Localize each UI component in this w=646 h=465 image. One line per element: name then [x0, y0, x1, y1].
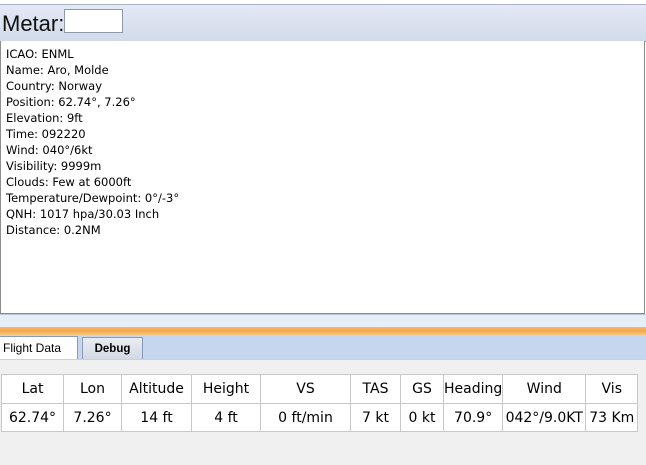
header-vis[interactable]: Vis	[585, 374, 639, 404]
info-temperature: Temperature/Dewpoint: 0°/-3°	[6, 191, 180, 205]
header-gs[interactable]: GS	[400, 374, 444, 404]
table-row: 62.74° 7.26° 14 ft 4 ft 0 ft/min 7 kt 0 …	[1, 403, 639, 432]
cell-altitude: 14 ft	[121, 403, 192, 432]
cell-lat: 62.74°	[1, 403, 64, 432]
info-visibility: Visibility: 9999m	[6, 159, 102, 173]
airport-info-panel: ICAO: ENML Name: Aro, Molde Country: Nor…	[0, 41, 645, 314]
tab-debug[interactable]: Debug	[82, 337, 143, 359]
cell-wind: 042°/9.0KT	[502, 403, 587, 432]
info-wind: Wind: 040°/6kt	[6, 143, 93, 157]
cell-tas: 7 kt	[350, 403, 401, 432]
tab-flight-data[interactable]: Flight Data	[0, 336, 78, 360]
header-tas[interactable]: TAS	[350, 374, 401, 404]
cell-vis: 73 Km	[585, 403, 639, 432]
info-time: Time: 092220	[6, 127, 86, 141]
header-lat[interactable]: Lat	[1, 374, 64, 404]
flight-data-panel: Lat Lon Altitude Height VS TAS GS Headin…	[0, 359, 646, 465]
header-heading[interactable]: Heading	[442, 374, 504, 404]
splitter-handle[interactable]	[0, 327, 646, 335]
cell-lon: 7.26°	[63, 403, 122, 432]
header-altitude[interactable]: Altitude	[121, 374, 192, 404]
metar-input[interactable]	[64, 9, 123, 33]
header-wind[interactable]: Wind	[502, 374, 587, 404]
info-position: Position: 62.74°, 7.26°	[6, 95, 136, 109]
info-elevation: Elevation: 9ft	[6, 111, 83, 125]
metar-label: Metar:	[2, 11, 65, 36]
info-icao: ICAO: ENML	[6, 47, 74, 61]
info-country: Country: Norway	[6, 79, 103, 93]
info-clouds: Clouds: Few at 6000ft	[6, 175, 132, 189]
cell-vs: 0 ft/min	[260, 403, 351, 432]
cell-heading: 70.9°	[442, 403, 504, 432]
cell-gs: 0 kt	[400, 403, 444, 432]
flight-data-table: Lat Lon Altitude Height VS TAS GS Headin…	[1, 374, 639, 432]
info-name: Name: Aro, Molde	[6, 63, 109, 77]
header-height[interactable]: Height	[191, 374, 261, 404]
tab-bar: Flight Data Debug	[0, 335, 646, 360]
splitter-area	[0, 314, 646, 328]
header-lon[interactable]: Lon	[63, 374, 122, 404]
metar-toolbar: Metar:	[0, 5, 646, 42]
cell-height: 4 ft	[191, 403, 261, 432]
table-header-row: Lat Lon Altitude Height VS TAS GS Headin…	[1, 374, 639, 404]
header-vs[interactable]: VS	[260, 374, 351, 404]
info-qnh: QNH: 1017 hpa/30.03 Inch	[6, 207, 160, 221]
info-distance: Distance: 0.2NM	[6, 223, 101, 237]
